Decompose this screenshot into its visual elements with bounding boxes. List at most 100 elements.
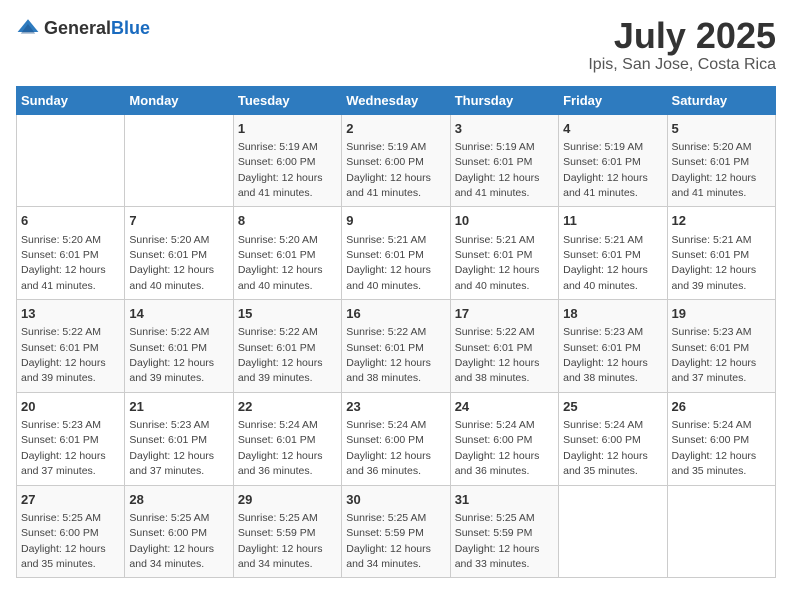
day-number: 17: [455, 305, 554, 323]
day-number: 11: [563, 212, 662, 230]
day-info: Sunrise: 5:24 AMSunset: 6:00 PMDaylight:…: [455, 419, 540, 477]
logo-blue: Blue: [111, 18, 150, 38]
header-sunday: Sunday: [17, 86, 125, 114]
logo: GeneralBlue: [16, 16, 150, 40]
calendar-cell: [125, 114, 233, 207]
page-header: GeneralBlue July 2025 Ipis, San Jose, Co…: [16, 16, 776, 74]
day-number: 7: [129, 212, 228, 230]
day-info: Sunrise: 5:19 AMSunset: 6:00 PMDaylight:…: [238, 141, 323, 199]
day-info: Sunrise: 5:25 AMSunset: 5:59 PMDaylight:…: [455, 512, 540, 570]
calendar-cell: 3 Sunrise: 5:19 AMSunset: 6:01 PMDayligh…: [450, 114, 558, 207]
calendar-cell: 20 Sunrise: 5:23 AMSunset: 6:01 PMDaylig…: [17, 392, 125, 485]
day-info: Sunrise: 5:24 AMSunset: 6:01 PMDaylight:…: [238, 419, 323, 477]
calendar-cell: 7 Sunrise: 5:20 AMSunset: 6:01 PMDayligh…: [125, 207, 233, 300]
day-number: 8: [238, 212, 337, 230]
day-info: Sunrise: 5:19 AMSunset: 6:01 PMDaylight:…: [455, 141, 540, 199]
day-info: Sunrise: 5:21 AMSunset: 6:01 PMDaylight:…: [672, 234, 757, 292]
day-info: Sunrise: 5:24 AMSunset: 6:00 PMDaylight:…: [672, 419, 757, 477]
day-info: Sunrise: 5:20 AMSunset: 6:01 PMDaylight:…: [238, 234, 323, 292]
day-number: 15: [238, 305, 337, 323]
day-info: Sunrise: 5:21 AMSunset: 6:01 PMDaylight:…: [346, 234, 431, 292]
day-number: 12: [672, 212, 771, 230]
day-number: 1: [238, 120, 337, 138]
day-info: Sunrise: 5:21 AMSunset: 6:01 PMDaylight:…: [455, 234, 540, 292]
calendar-cell: 22 Sunrise: 5:24 AMSunset: 6:01 PMDaylig…: [233, 392, 341, 485]
calendar-header: Sunday Monday Tuesday Wednesday Thursday…: [17, 86, 776, 114]
header-tuesday: Tuesday: [233, 86, 341, 114]
day-number: 20: [21, 398, 120, 416]
day-info: Sunrise: 5:22 AMSunset: 6:01 PMDaylight:…: [129, 326, 214, 384]
calendar-body: 1 Sunrise: 5:19 AMSunset: 6:00 PMDayligh…: [17, 114, 776, 578]
day-info: Sunrise: 5:21 AMSunset: 6:01 PMDaylight:…: [563, 234, 648, 292]
calendar-cell: 26 Sunrise: 5:24 AMSunset: 6:00 PMDaylig…: [667, 392, 775, 485]
day-number: 5: [672, 120, 771, 138]
day-number: 14: [129, 305, 228, 323]
day-info: Sunrise: 5:25 AMSunset: 5:59 PMDaylight:…: [238, 512, 323, 570]
calendar-cell: 4 Sunrise: 5:19 AMSunset: 6:01 PMDayligh…: [559, 114, 667, 207]
calendar-cell: 10 Sunrise: 5:21 AMSunset: 6:01 PMDaylig…: [450, 207, 558, 300]
calendar-cell: 2 Sunrise: 5:19 AMSunset: 6:00 PMDayligh…: [342, 114, 450, 207]
day-info: Sunrise: 5:23 AMSunset: 6:01 PMDaylight:…: [129, 419, 214, 477]
calendar-cell: 14 Sunrise: 5:22 AMSunset: 6:01 PMDaylig…: [125, 300, 233, 393]
calendar-cell: 15 Sunrise: 5:22 AMSunset: 6:01 PMDaylig…: [233, 300, 341, 393]
calendar-cell: 18 Sunrise: 5:23 AMSunset: 6:01 PMDaylig…: [559, 300, 667, 393]
day-info: Sunrise: 5:19 AMSunset: 6:01 PMDaylight:…: [563, 141, 648, 199]
calendar-cell: 28 Sunrise: 5:25 AMSunset: 6:00 PMDaylig…: [125, 485, 233, 578]
day-number: 19: [672, 305, 771, 323]
calendar-cell: 8 Sunrise: 5:20 AMSunset: 6:01 PMDayligh…: [233, 207, 341, 300]
day-number: 23: [346, 398, 445, 416]
calendar-week-3: 13 Sunrise: 5:22 AMSunset: 6:01 PMDaylig…: [17, 300, 776, 393]
calendar-cell: 16 Sunrise: 5:22 AMSunset: 6:01 PMDaylig…: [342, 300, 450, 393]
day-number: 31: [455, 491, 554, 509]
day-number: 13: [21, 305, 120, 323]
day-number: 29: [238, 491, 337, 509]
day-number: 26: [672, 398, 771, 416]
calendar-cell: 23 Sunrise: 5:24 AMSunset: 6:00 PMDaylig…: [342, 392, 450, 485]
day-info: Sunrise: 5:25 AMSunset: 6:00 PMDaylight:…: [21, 512, 106, 570]
day-number: 24: [455, 398, 554, 416]
calendar-cell: 1 Sunrise: 5:19 AMSunset: 6:00 PMDayligh…: [233, 114, 341, 207]
day-info: Sunrise: 5:22 AMSunset: 6:01 PMDaylight:…: [455, 326, 540, 384]
calendar-cell: 31 Sunrise: 5:25 AMSunset: 5:59 PMDaylig…: [450, 485, 558, 578]
day-number: 3: [455, 120, 554, 138]
header-friday: Friday: [559, 86, 667, 114]
header-monday: Monday: [125, 86, 233, 114]
calendar-cell: 9 Sunrise: 5:21 AMSunset: 6:01 PMDayligh…: [342, 207, 450, 300]
day-info: Sunrise: 5:22 AMSunset: 6:01 PMDaylight:…: [21, 326, 106, 384]
calendar-week-2: 6 Sunrise: 5:20 AMSunset: 6:01 PMDayligh…: [17, 207, 776, 300]
day-number: 6: [21, 212, 120, 230]
day-number: 18: [563, 305, 662, 323]
day-info: Sunrise: 5:20 AMSunset: 6:01 PMDaylight:…: [672, 141, 757, 199]
day-info: Sunrise: 5:20 AMSunset: 6:01 PMDaylight:…: [21, 234, 106, 292]
calendar-cell: 19 Sunrise: 5:23 AMSunset: 6:01 PMDaylig…: [667, 300, 775, 393]
day-info: Sunrise: 5:22 AMSunset: 6:01 PMDaylight:…: [238, 326, 323, 384]
day-info: Sunrise: 5:23 AMSunset: 6:01 PMDaylight:…: [21, 419, 106, 477]
header-wednesday: Wednesday: [342, 86, 450, 114]
day-info: Sunrise: 5:23 AMSunset: 6:01 PMDaylight:…: [563, 326, 648, 384]
calendar-cell: 13 Sunrise: 5:22 AMSunset: 6:01 PMDaylig…: [17, 300, 125, 393]
calendar-cell: 17 Sunrise: 5:22 AMSunset: 6:01 PMDaylig…: [450, 300, 558, 393]
day-info: Sunrise: 5:25 AMSunset: 5:59 PMDaylight:…: [346, 512, 431, 570]
day-info: Sunrise: 5:25 AMSunset: 6:00 PMDaylight:…: [129, 512, 214, 570]
title-block: July 2025 Ipis, San Jose, Costa Rica: [588, 16, 776, 74]
calendar-cell: [17, 114, 125, 207]
day-number: 22: [238, 398, 337, 416]
header-row: Sunday Monday Tuesday Wednesday Thursday…: [17, 86, 776, 114]
logo-general: General: [44, 18, 111, 38]
calendar-subtitle: Ipis, San Jose, Costa Rica: [588, 56, 776, 74]
calendar-cell: 5 Sunrise: 5:20 AMSunset: 6:01 PMDayligh…: [667, 114, 775, 207]
day-number: 27: [21, 491, 120, 509]
day-number: 4: [563, 120, 662, 138]
day-number: 28: [129, 491, 228, 509]
day-info: Sunrise: 5:20 AMSunset: 6:01 PMDaylight:…: [129, 234, 214, 292]
calendar-week-4: 20 Sunrise: 5:23 AMSunset: 6:01 PMDaylig…: [17, 392, 776, 485]
header-saturday: Saturday: [667, 86, 775, 114]
header-thursday: Thursday: [450, 86, 558, 114]
calendar-cell: 27 Sunrise: 5:25 AMSunset: 6:00 PMDaylig…: [17, 485, 125, 578]
logo-icon: [16, 16, 40, 40]
calendar-cell: [667, 485, 775, 578]
day-info: Sunrise: 5:24 AMSunset: 6:00 PMDaylight:…: [346, 419, 431, 477]
day-number: 16: [346, 305, 445, 323]
calendar-cell: [559, 485, 667, 578]
day-number: 2: [346, 120, 445, 138]
